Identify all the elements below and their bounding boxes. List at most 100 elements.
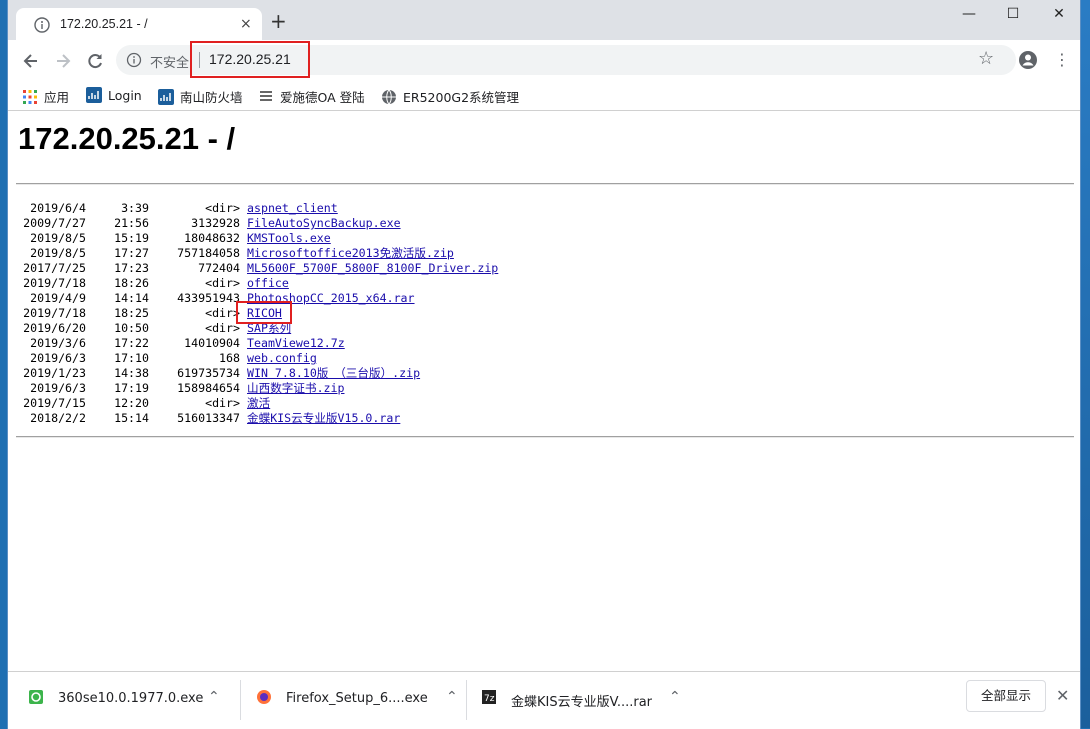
ricoh-highlight-box (236, 301, 292, 324)
7zip-icon: 7z (482, 690, 496, 704)
account-icon[interactable] (1018, 50, 1038, 70)
new-tab-button[interactable]: + (270, 11, 287, 31)
item-date: 2019/7/18 (23, 306, 86, 320)
bookmark-apps[interactable]: 应用 (22, 87, 69, 106)
signal-icon (86, 87, 102, 103)
list-item: 2018/2/2 15:14 516013347 金蝶KIS云专业版V15.0.rar (8, 411, 1008, 426)
svg-text:7z: 7z (484, 694, 495, 704)
item-size: 772404 (198, 261, 240, 275)
list-item: 2019/7/18 18:25 <dir> RICOH (8, 306, 1008, 321)
item-date: 2018/2/2 (30, 411, 86, 425)
not-secure-label[interactable]: 不安全 (150, 52, 189, 71)
tab-strip: 172.20.25.21 - / × + — ☐ ✕ (8, 0, 1080, 40)
item-link[interactable]: KMSTools.exe (247, 231, 331, 246)
bookmark-star-icon[interactable]: ☆ (978, 49, 994, 69)
item-link[interactable]: FileAutoSyncBackup.exe (247, 216, 401, 231)
bookmark-login[interactable]: Login (86, 87, 142, 103)
close-shelf-icon[interactable]: ✕ (1056, 686, 1069, 705)
tab-active[interactable]: 172.20.25.21 - / × (16, 8, 262, 40)
item-date: 2019/4/9 (30, 291, 86, 305)
download-shelf: 360se10.0.1977.0.exe ⌃ Firefox_Setup_6..… (8, 671, 1080, 729)
item-time: 17:27 (114, 246, 149, 260)
item-date: 2019/3/6 (30, 336, 86, 350)
item-date: 2019/8/5 (30, 246, 86, 260)
item-time: 14:14 (114, 291, 149, 305)
more-menu-icon[interactable]: ⋮ (1054, 50, 1070, 70)
list-item: 2019/6/3 17:10 168 web.config (8, 351, 1008, 366)
bookmark-oa[interactable]: 爱施德OA 登陆 (258, 87, 365, 106)
item-date: 2009/7/27 (23, 216, 86, 230)
download-item[interactable]: Firefox_Setup_6....exe ⌃ (236, 672, 466, 727)
info-icon[interactable] (126, 52, 142, 68)
bookmark-label: ER5200G2系统管理 (403, 90, 520, 105)
list-item: 2019/7/18 18:26 <dir> office (8, 276, 1008, 291)
tab-title: 172.20.25.21 - / (60, 17, 148, 31)
item-time: 18:25 (114, 306, 149, 320)
item-link[interactable]: aspnet_client (247, 201, 338, 216)
item-link[interactable]: office (247, 276, 289, 291)
bookmarks-bar: 应用 Login 南山防火墙 爱施德OA 登陆 ER5200G2系统管理 (8, 80, 1080, 111)
item-date: 2019/1/23 (23, 366, 86, 380)
item-size: 18048632 (184, 231, 240, 245)
item-time: 14:38 (114, 366, 149, 380)
item-time: 17:10 (114, 351, 149, 365)
item-time: 18:26 (114, 276, 149, 290)
list-item: 2009/7/27 21:56 3132928 FileAutoSyncBackup.… (8, 216, 1008, 231)
item-link[interactable]: Microsoftoffice2013免激活版.zip (247, 246, 454, 261)
item-time: 3:39 (121, 201, 149, 215)
item-link[interactable]: 金蝶KIS云专业版V15.0.rar (247, 411, 400, 426)
chevron-up-icon[interactable]: ⌃ (446, 689, 458, 705)
item-link[interactable]: web.config (247, 351, 317, 366)
item-time: 10:50 (114, 321, 149, 335)
item-time: 17:23 (114, 261, 149, 275)
list-item: 2019/6/4 3:39 <dir> aspnet_client (8, 201, 1008, 216)
item-date: 2019/6/3 (30, 351, 86, 365)
bottom-divider (16, 436, 1074, 438)
item-date: 2019/7/18 (23, 276, 86, 290)
list-item: 2019/6/3 17:19 158984654 山西数字证书.zip (8, 381, 1008, 396)
minimize-button[interactable]: — (946, 6, 992, 26)
aisidi-logo-icon (258, 89, 274, 105)
item-link[interactable]: TeamViewe12.7z (247, 336, 345, 351)
toolbar: 不安全 172.20.25.21 ☆ ⋮ (8, 40, 1080, 80)
item-link[interactable]: 激活 (247, 396, 270, 411)
chevron-up-icon[interactable]: ⌃ (208, 689, 220, 705)
desktop-background (1080, 0, 1090, 728)
item-size: <dir> (205, 276, 240, 290)
tab-close-icon[interactable]: × (240, 16, 252, 32)
item-link[interactable]: WIN 7.8.10版 （三台版）.zip (247, 366, 420, 381)
maximize-button[interactable]: ☐ (990, 6, 1036, 26)
item-date: 2019/6/20 (23, 321, 86, 335)
item-link[interactable]: ML5600F_5700F_5800F_8100F_Driver.zip (247, 261, 498, 276)
item-date: 2019/6/3 (30, 381, 86, 395)
item-link[interactable]: 山西数字证书.zip (247, 381, 344, 396)
list-item: 2017/7/25 17:23 772404 ML5600F_5700F_5800F_… (8, 261, 1008, 276)
download-item[interactable]: 360se10.0.1977.0.exe ⌃ (8, 672, 238, 727)
item-date: 2019/7/15 (23, 396, 86, 410)
list-item: 2019/3/6 17:22 14010904 TeamViewe12.7z (8, 336, 1008, 351)
item-date: 2017/7/25 (23, 261, 86, 275)
chevron-up-icon[interactable]: ⌃ (669, 689, 681, 705)
close-window-button[interactable]: ✕ (1036, 6, 1082, 26)
top-divider (16, 183, 1074, 185)
url-highlight-box (190, 41, 310, 78)
item-time: 15:19 (114, 231, 149, 245)
reload-icon[interactable] (84, 50, 106, 72)
item-size: 168 (219, 351, 240, 365)
list-item: 2019/1/23 14:38 619735734 WIN 7.8.10版 （三台版）… (8, 366, 1008, 381)
item-size: 3132928 (191, 216, 240, 230)
item-date: 2019/6/4 (30, 201, 86, 215)
download-item[interactable]: 7z 金蝶KIS云专业版V....rar ⌃ (461, 672, 691, 727)
download-name: Firefox_Setup_6....exe (286, 691, 428, 706)
back-arrow-icon[interactable] (20, 50, 42, 72)
globe-icon (34, 17, 50, 33)
forward-arrow-icon[interactable] (52, 50, 74, 72)
item-time: 17:22 (114, 336, 149, 350)
download-name: 360se10.0.1977.0.exe (58, 691, 204, 706)
page-content: 172.20.25.21 - / 2019/6/4 3:39 <dir> aspnet… (8, 111, 1080, 671)
bookmark-firewall[interactable]: 南山防火墙 (158, 87, 243, 106)
list-item: 2019/8/5 17:27 757184058 Microsoftoffice201… (8, 246, 1008, 261)
show-all-button[interactable]: 全部显示 (966, 680, 1046, 712)
bookmark-er5200[interactable]: ER5200G2系统管理 (381, 87, 519, 106)
firefox-icon (257, 690, 271, 704)
